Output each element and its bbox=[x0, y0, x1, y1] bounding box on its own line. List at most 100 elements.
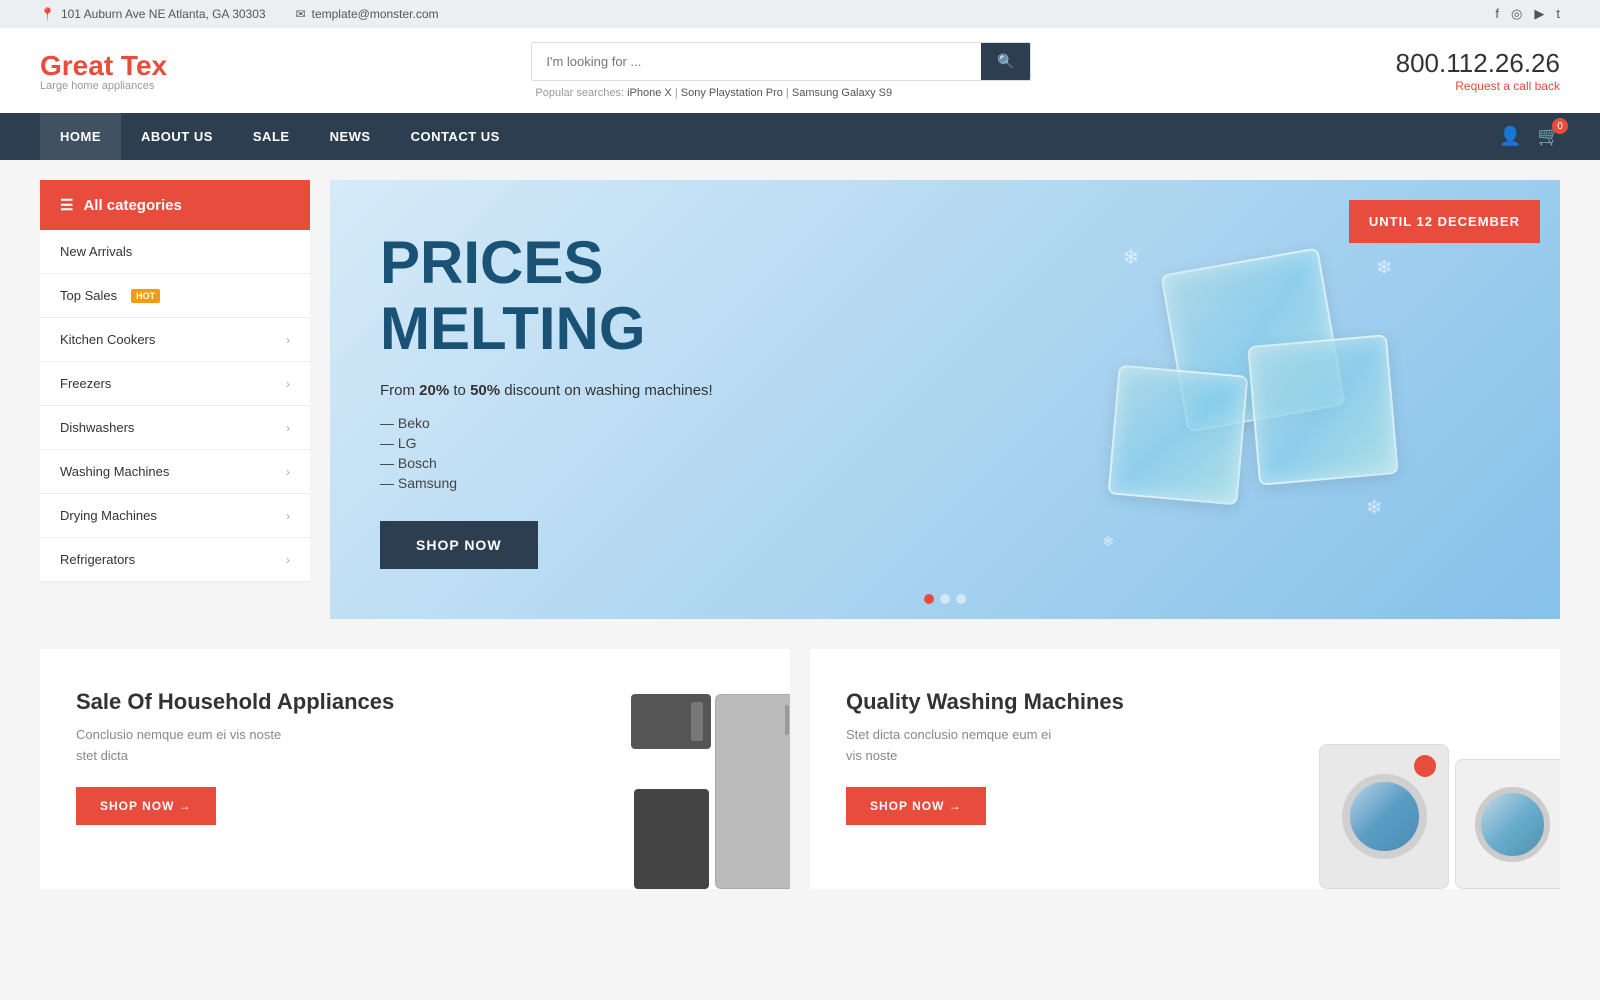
sidebar-item-dishwashers[interactable]: Dishwashers › bbox=[40, 406, 310, 450]
header: Great Tex Large home appliances 🔍 Popula… bbox=[0, 28, 1600, 113]
washer-door-2 bbox=[1475, 787, 1550, 862]
brand-bosch: — Bosch bbox=[380, 455, 713, 471]
logo-text: Great Tex bbox=[40, 50, 167, 82]
navigation: HOME ABOUT US SALE NEWS CONTACT US 👤 🛒 0 bbox=[0, 113, 1600, 160]
chevron-right-icon: › bbox=[286, 509, 290, 523]
hero-brands: — Beko — LG — Bosch — Samsung bbox=[380, 415, 713, 491]
sidebar: ☰ All categories New Arrivals Top Sales … bbox=[40, 180, 310, 619]
snowflake-icon: ❄ bbox=[1123, 245, 1140, 270]
search-box: 🔍 bbox=[531, 42, 1031, 81]
sidebar-item-washing-machines[interactable]: Washing Machines › bbox=[40, 450, 310, 494]
email-icon: ✉ bbox=[296, 7, 306, 21]
instagram-icon[interactable]: ◎ bbox=[1511, 6, 1522, 22]
popular-item-3[interactable]: Samsung Galaxy S9 bbox=[792, 87, 892, 99]
chevron-right-icon: › bbox=[286, 377, 290, 391]
phone-number: 800.112.26.26 bbox=[1396, 48, 1560, 79]
microwave-icon bbox=[631, 694, 711, 749]
dot-2[interactable] bbox=[940, 594, 950, 604]
hero-shop-now-button[interactable]: SHOP NOW bbox=[380, 521, 538, 569]
sidebar-item-label: New Arrivals bbox=[60, 244, 132, 259]
slide-dots bbox=[924, 594, 966, 604]
sidebar-item-label: Kitchen Cookers bbox=[60, 332, 155, 347]
nav-contact[interactable]: CONTACT US bbox=[391, 113, 520, 160]
sidebar-item-label: Refrigerators bbox=[60, 552, 135, 567]
card-1-text: Conclusio nemque eum ei vis noste stet d… bbox=[76, 725, 296, 767]
card-2-text: Stet dicta conclusio nemque eum ei vis n… bbox=[846, 725, 1066, 767]
nav-right: 👤 🛒 0 bbox=[1499, 126, 1560, 147]
oven-icon bbox=[634, 789, 709, 889]
sidebar-item-refrigerators[interactable]: Refrigerators › bbox=[40, 538, 310, 582]
menu-icon: ☰ bbox=[60, 196, 73, 214]
logo[interactable]: Great Tex Large home appliances bbox=[40, 50, 167, 92]
fridge-icon bbox=[715, 694, 790, 889]
cart-icon[interactable]: 🛒 0 bbox=[1538, 126, 1560, 147]
youtube-icon[interactable]: ▶ bbox=[1534, 6, 1544, 22]
dot-1[interactable] bbox=[924, 594, 934, 604]
search-button[interactable]: 🔍 bbox=[981, 43, 1030, 80]
account-icon[interactable]: 👤 bbox=[1499, 126, 1521, 147]
sidebar-header: ☰ All categories bbox=[40, 180, 310, 230]
chevron-right-icon: › bbox=[286, 421, 290, 435]
sidebar-item-new-arrivals[interactable]: New Arrivals bbox=[40, 230, 310, 274]
card-1-image bbox=[631, 649, 790, 889]
main-content: ☰ All categories New Arrivals Top Sales … bbox=[0, 180, 1600, 619]
twitter-icon[interactable]: t bbox=[1556, 6, 1560, 22]
card-2-image bbox=[1319, 649, 1560, 889]
popular-item-1[interactable]: iPhone X bbox=[627, 87, 672, 99]
hero-image: ❄ ❄ ❄ ❄ bbox=[945, 180, 1560, 619]
sidebar-item-label: Top Sales HOT bbox=[60, 288, 160, 303]
nav-links: HOME ABOUT US SALE NEWS CONTACT US bbox=[40, 113, 520, 160]
popular-item-2[interactable]: Sony Playstation Pro bbox=[681, 87, 783, 99]
chevron-right-icon: › bbox=[286, 465, 290, 479]
search-input[interactable] bbox=[532, 43, 981, 80]
address: 📍 101 Auburn Ave NE Atlanta, GA 30303 bbox=[40, 7, 266, 21]
dot-3[interactable] bbox=[956, 594, 966, 604]
cart-badge: 0 bbox=[1552, 118, 1568, 134]
chevron-right-icon: › bbox=[286, 553, 290, 567]
ice-scene: ❄ ❄ ❄ ❄ bbox=[1093, 240, 1413, 560]
ice-cube-3 bbox=[1247, 334, 1399, 486]
top-bar-left: 📍 101 Auburn Ave NE Atlanta, GA 30303 ✉ … bbox=[40, 7, 439, 21]
logo-letter: G bbox=[40, 50, 62, 81]
location-icon: 📍 bbox=[40, 7, 55, 21]
card-household: Sale Of Household Appliances Conclusio n… bbox=[40, 649, 790, 889]
popular-searches: Popular searches: iPhone X | Sony Playst… bbox=[531, 87, 1031, 99]
sidebar-item-top-sales[interactable]: Top Sales HOT bbox=[40, 274, 310, 318]
sidebar-item-label: Dishwashers bbox=[60, 420, 134, 435]
nav-about[interactable]: ABOUT US bbox=[121, 113, 233, 160]
card-2-shop-button[interactable]: SHOP NOW → bbox=[846, 787, 986, 825]
top-bar: 📍 101 Auburn Ave NE Atlanta, GA 30303 ✉ … bbox=[0, 0, 1600, 28]
snowflake-icon: ❄ bbox=[1103, 533, 1115, 550]
search-area: 🔍 Popular searches: iPhone X | Sony Play… bbox=[531, 42, 1031, 99]
nav-news[interactable]: NEWS bbox=[310, 113, 391, 160]
call-back-link[interactable]: Request a call back bbox=[1396, 79, 1560, 93]
snowflake-icon: ❄ bbox=[1376, 255, 1393, 280]
hero-badge: UNTIL 12 DECEMBER bbox=[1349, 200, 1540, 243]
sidebar-item-kitchen-cookers[interactable]: Kitchen Cookers › bbox=[40, 318, 310, 362]
hero-title: PRICES MELTING bbox=[380, 230, 713, 362]
washer-2 bbox=[1455, 759, 1560, 889]
brand-beko: — Beko bbox=[380, 415, 713, 431]
washer-panel bbox=[1414, 755, 1436, 777]
snowflake-icon: ❄ bbox=[1366, 495, 1383, 520]
sidebar-item-freezers[interactable]: Freezers › bbox=[40, 362, 310, 406]
ice-cube-2 bbox=[1107, 364, 1248, 505]
sidebar-item-label: Drying Machines bbox=[60, 508, 157, 523]
header-phone: 800.112.26.26 Request a call back bbox=[1396, 48, 1560, 93]
hot-badge: HOT bbox=[131, 289, 160, 303]
popular-label: Popular searches: bbox=[535, 87, 624, 99]
facebook-icon[interactable]: f bbox=[1495, 6, 1499, 22]
nav-home[interactable]: HOME bbox=[40, 113, 121, 160]
hero-subtitle: From 20% to 50% discount on washing mach… bbox=[380, 382, 713, 399]
email: ✉ template@monster.com bbox=[296, 7, 439, 21]
cards-section: Sale Of Household Appliances Conclusio n… bbox=[0, 629, 1600, 909]
card-1-shop-button[interactable]: SHOP NOW → bbox=[76, 787, 216, 825]
sidebar-item-label: Washing Machines bbox=[60, 464, 169, 479]
nav-sale[interactable]: SALE bbox=[233, 113, 310, 160]
logo-subtitle: Large home appliances bbox=[40, 80, 167, 92]
brand-lg: — LG bbox=[380, 435, 713, 451]
sidebar-item-label: Freezers bbox=[60, 376, 111, 391]
hero-content: PRICES MELTING From 20% to 50% discount … bbox=[330, 180, 763, 619]
chevron-right-icon: › bbox=[286, 333, 290, 347]
sidebar-item-drying-machines[interactable]: Drying Machines › bbox=[40, 494, 310, 538]
